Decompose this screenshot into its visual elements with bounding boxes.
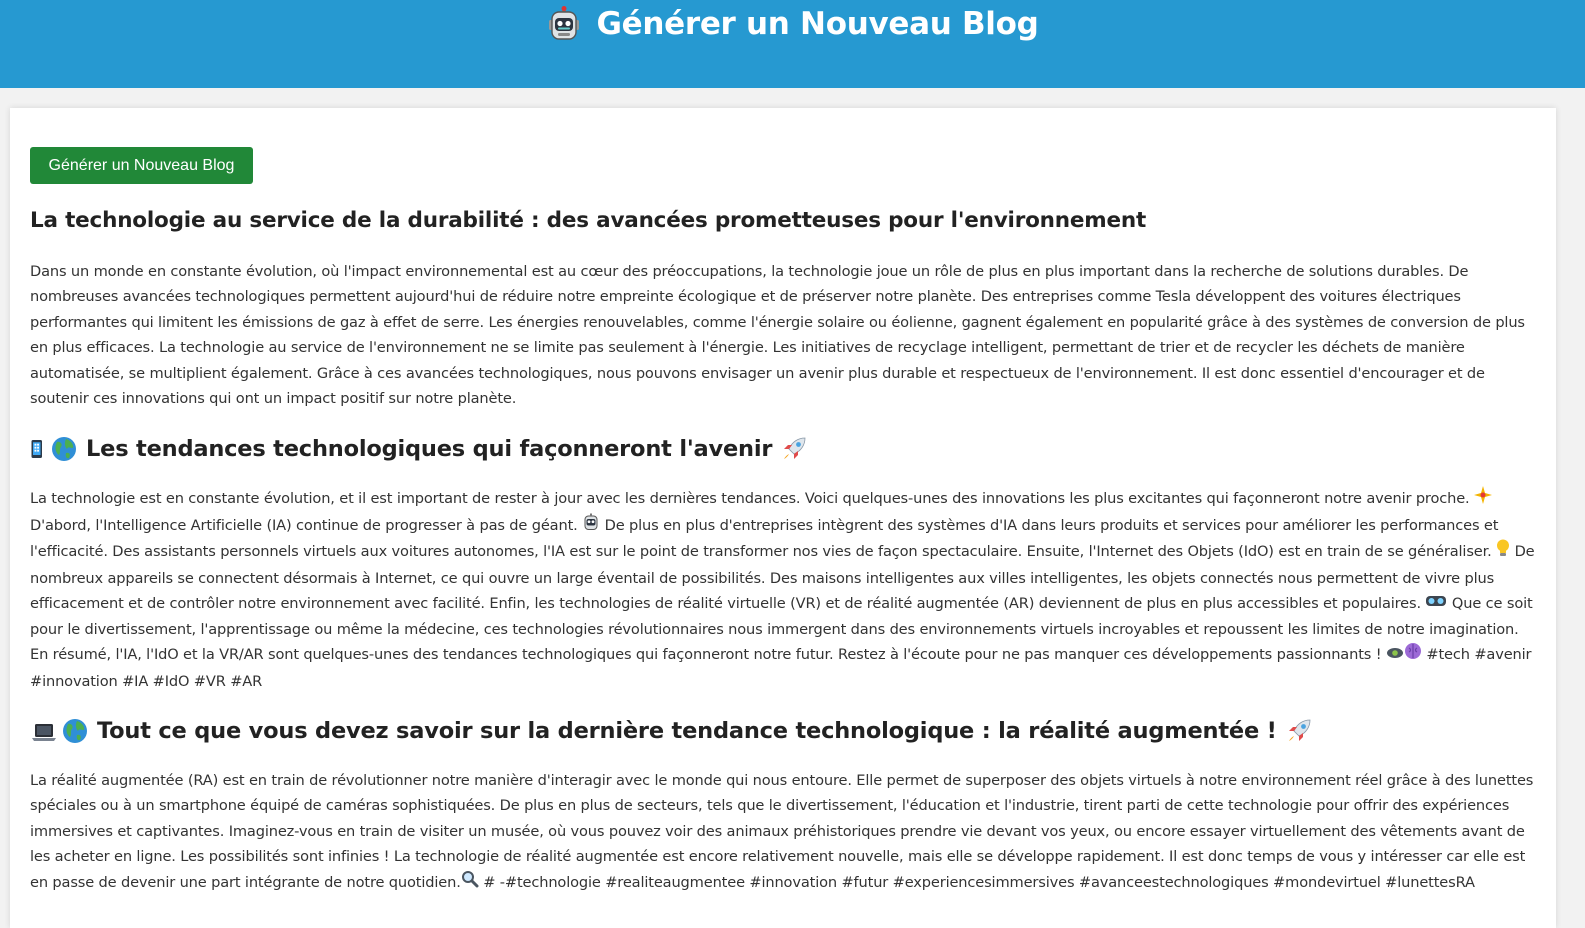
body-segment: D'abord, l'Intelligence Artificielle (IA… — [30, 517, 583, 535]
blog-content: La technologie au service de la durabili… — [30, 204, 1540, 896]
article-title-text: Les tendances technologiques qui façonne… — [86, 436, 773, 463]
smartphone-icon — [31, 440, 42, 459]
satellite-icon — [1386, 643, 1404, 668]
article-title: La technologie au service de la durabili… — [30, 208, 1147, 233]
robot-icon — [549, 6, 580, 40]
lightbulb-icon — [1496, 539, 1510, 565]
globe-icon — [63, 718, 87, 743]
main-card: Générer un Nouveau Blog La technologie a… — [10, 108, 1556, 928]
app-header: Générer un Nouveau Blog — [0, 0, 1585, 88]
article-title: Les tendances technologiques qui façonne… — [30, 436, 1540, 462]
article-body: La réalité augmentée (RA) est en train d… — [30, 768, 1540, 896]
generate-blog-button[interactable]: Générer un Nouveau Blog — [30, 147, 253, 184]
magnifier-icon — [461, 870, 479, 896]
header-content: Générer un Nouveau Blog — [0, 6, 1585, 42]
globe-icon — [52, 437, 76, 462]
article-body: Dans un monde en constante évolution, où… — [30, 263, 1525, 408]
vr-goggles-icon — [1425, 591, 1447, 616]
body-segment: La technologie est en constante évolutio… — [30, 490, 1475, 508]
robot-icon — [582, 513, 600, 539]
article-body: La technologie est en constante évolutio… — [30, 486, 1540, 694]
tag-list: # -#technologie #realiteaugmentee #innov… — [478, 873, 1475, 891]
laptop-icon — [32, 723, 56, 741]
page-title: Générer un Nouveau Blog — [596, 6, 1039, 42]
article-title-text: Tout ce que vous devez savoir sur la der… — [97, 717, 1277, 744]
article-title: Tout ce que vous devez savoir sur la der… — [30, 718, 1540, 744]
rocket-icon — [1288, 719, 1311, 741]
rocket-icon — [784, 438, 806, 460]
sparkle-icon — [1474, 486, 1493, 512]
brain-icon — [1404, 642, 1422, 668]
